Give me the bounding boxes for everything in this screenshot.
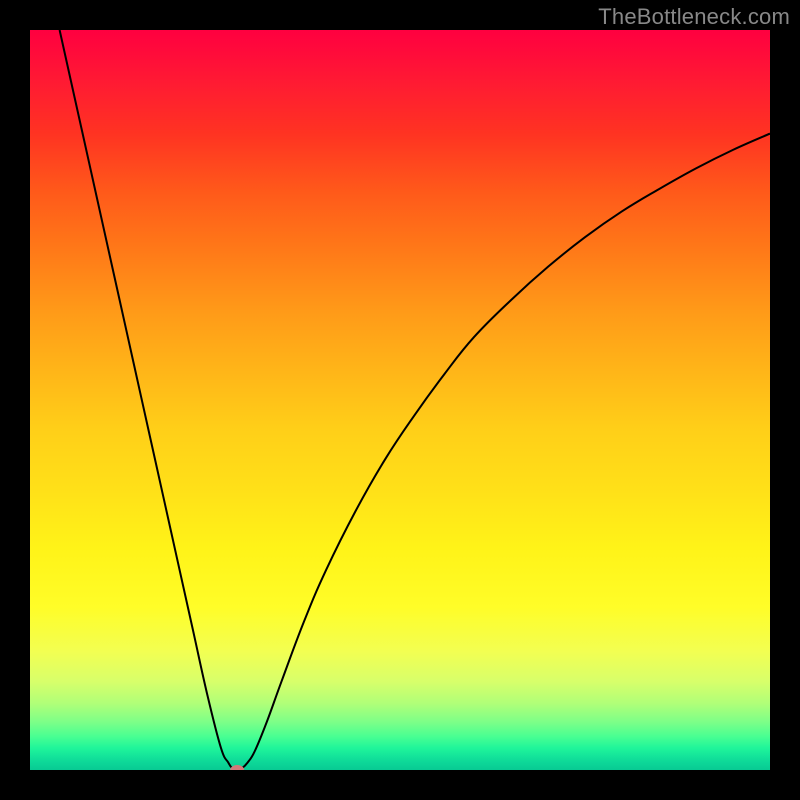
attribution-label: TheBottleneck.com [598,4,790,30]
curve-svg [30,30,770,770]
minimum-marker [230,765,244,770]
chart-frame: TheBottleneck.com [0,0,800,800]
bottleneck-curve [60,30,770,770]
plot-area [30,30,770,770]
